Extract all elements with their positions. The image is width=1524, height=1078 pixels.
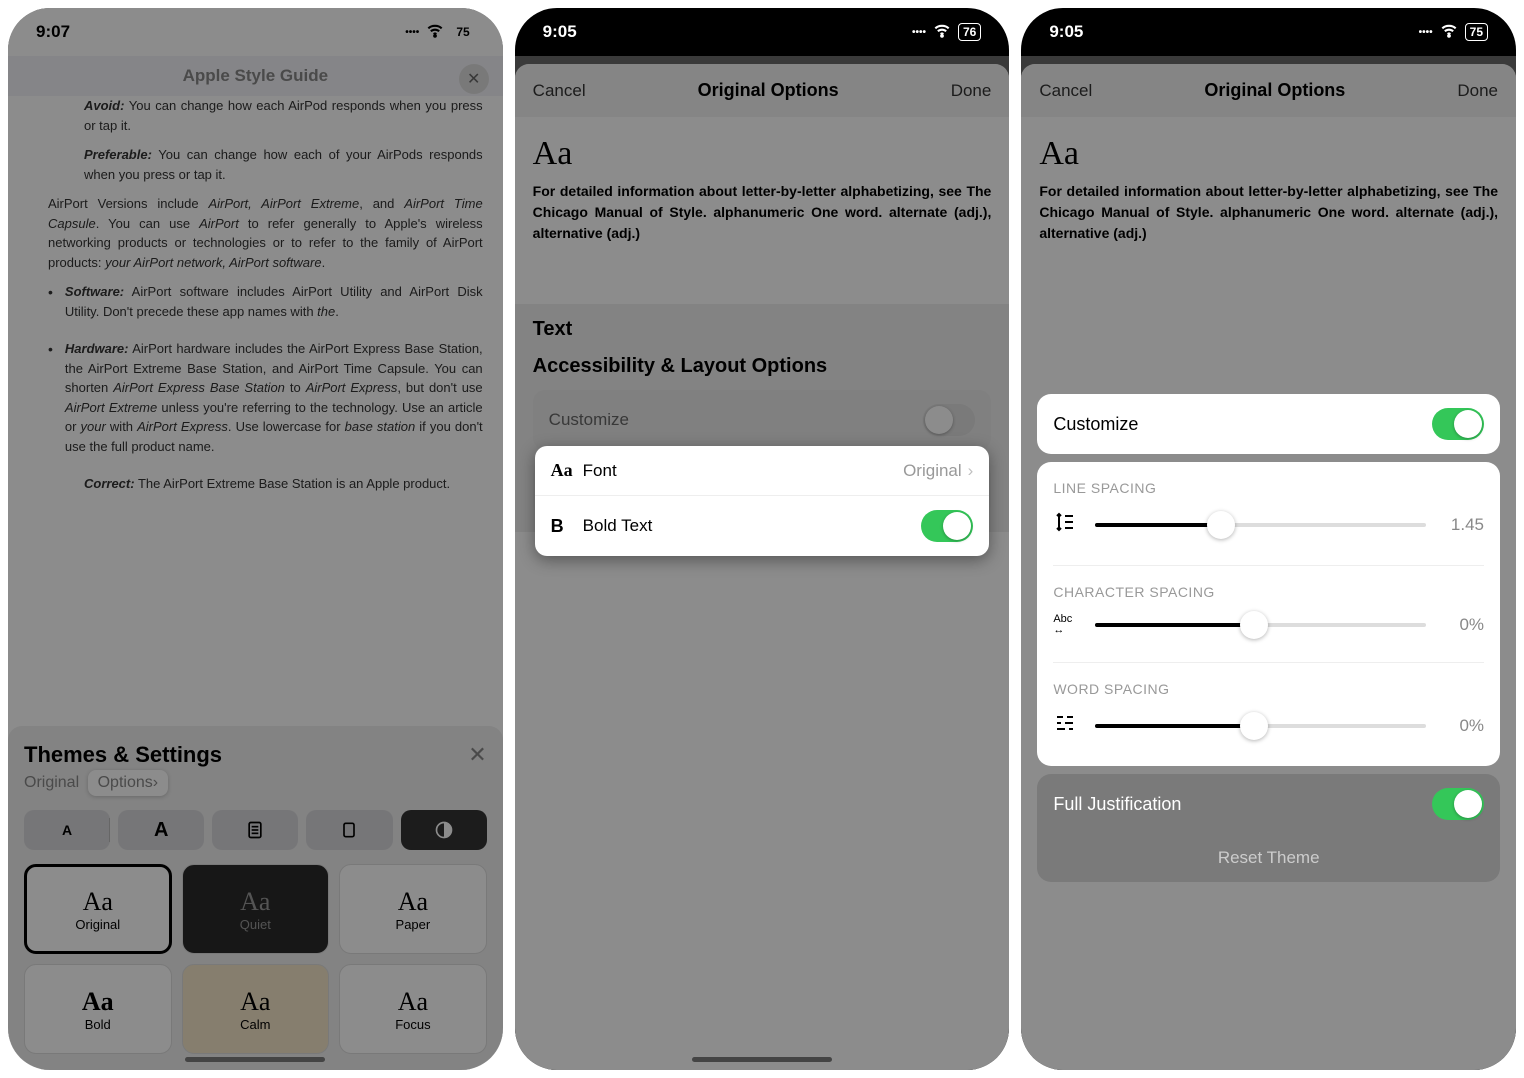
chevron-right-icon: › [153,774,158,792]
battery-indicator: 76 [958,23,981,41]
cellular-icon: •••• [1419,27,1433,38]
cancel-button[interactable]: Cancel [1039,81,1092,101]
close-icon[interactable]: ✕ [468,742,486,768]
cellular-icon: •••• [912,27,926,38]
customize-header-card: Customize [1037,394,1500,454]
status-bar: 9:07 •••• 75 [8,8,503,56]
home-indicator[interactable] [185,1057,325,1062]
close-button[interactable]: ✕ [459,64,489,94]
char-spacing-slider[interactable] [1095,623,1426,627]
theme-focus[interactable]: AaFocus [339,964,487,1054]
wifi-icon [932,20,952,45]
reset-theme-button[interactable]: Reset Theme [1037,834,1500,882]
word-spacing-icon [1053,711,1081,740]
preview-text: For detailed information about letter-by… [1039,181,1498,244]
line-spacing-icon [1053,510,1081,539]
cancel-button[interactable]: Cancel [533,81,586,101]
layout-page-button[interactable] [306,810,392,850]
battery-indicator: 75 [451,23,474,41]
font-icon: Aa [551,460,583,481]
theme-quiet[interactable]: AaQuiet [182,864,330,954]
panel-1-themes: 9:07 •••• 75 Apple Style Guide ✕ Avoid: … [8,8,503,1070]
text-section-header: Text [515,304,1010,355]
wifi-icon [1439,20,1459,45]
customize-toggle[interactable] [1432,408,1484,440]
theme-calm[interactable]: AaCalm [182,964,330,1054]
text-smaller-button[interactable]: A [24,810,110,850]
font-row[interactable]: Aa Font Original › [535,446,990,496]
wifi-icon [425,20,445,45]
accessibility-header: Accessibility & Layout Options [533,355,992,378]
char-spacing-label: CHARACTER SPACING [1053,584,1484,600]
customize-row[interactable]: Customize [533,390,992,450]
status-bar: 9:05 •••• 76 [515,8,1010,56]
customize-label: Customize [1053,414,1138,435]
panel-3-customize: 9:05 •••• 75 Cancel Original Options Don… [1021,8,1516,1070]
bold-text-row[interactable]: B Bold Text [535,496,990,556]
appearance-button[interactable] [401,810,487,850]
full-justification-row[interactable]: Full Justification [1037,774,1500,834]
text-larger-button[interactable]: A [118,810,204,850]
theme-original[interactable]: AaOriginal [24,864,172,954]
char-spacing-icon: Abc↔ [1053,614,1081,636]
page-title: Apple Style Guide [183,66,328,86]
modal-title: Original Options [1204,80,1345,101]
themes-sheet: Themes & Settings Original Options › ✕ A… [8,726,503,1070]
battery-indicator: 75 [1465,23,1488,41]
bold-toggle[interactable] [921,510,973,542]
spacing-card: LINE SPACING 1.45 CHARACTER SPACING Abc↔… [1037,462,1500,766]
reader-content: Apple Style Guide ✕ Avoid: You can chang… [8,56,503,1070]
clock-time: 9:07 [36,22,70,42]
themes-title: Themes & Settings [24,742,222,768]
bold-icon: B [551,516,583,537]
theme-bold[interactable]: AaBold [24,964,172,1054]
theme-paper[interactable]: AaPaper [339,864,487,954]
full-justification-toggle[interactable] [1432,788,1484,820]
customize-toggle[interactable] [923,404,975,436]
preview-aa: Aa [1039,135,1498,173]
word-spacing-slider[interactable] [1095,724,1426,728]
status-bar: 9:05 •••• 75 [1021,8,1516,56]
clock-time: 9:05 [543,22,577,42]
word-spacing-label: WORD SPACING [1053,681,1484,697]
line-spacing-slider[interactable] [1095,523,1426,527]
home-indicator[interactable] [692,1057,832,1062]
layout-scroll-button[interactable] [212,810,298,850]
chevron-right-icon: › [968,461,974,481]
modal-title: Original Options [698,80,839,101]
additional-options-card: Full Justification Reset Theme [1037,774,1500,882]
cellular-icon: •••• [405,27,419,38]
done-button[interactable]: Done [1457,81,1498,101]
preview-aa: Aa [533,135,992,173]
done-button[interactable]: Done [951,81,992,101]
preview-text: For detailed information about letter-by… [533,181,992,244]
text-options-card: Aa Font Original › B Bold Text [535,446,990,556]
panel-2-options: 9:05 •••• 76 Cancel Original Options Don… [515,8,1010,1070]
clock-time: 9:05 [1049,22,1083,42]
options-button[interactable]: Options › [88,770,168,796]
line-spacing-label: LINE SPACING [1053,480,1484,496]
